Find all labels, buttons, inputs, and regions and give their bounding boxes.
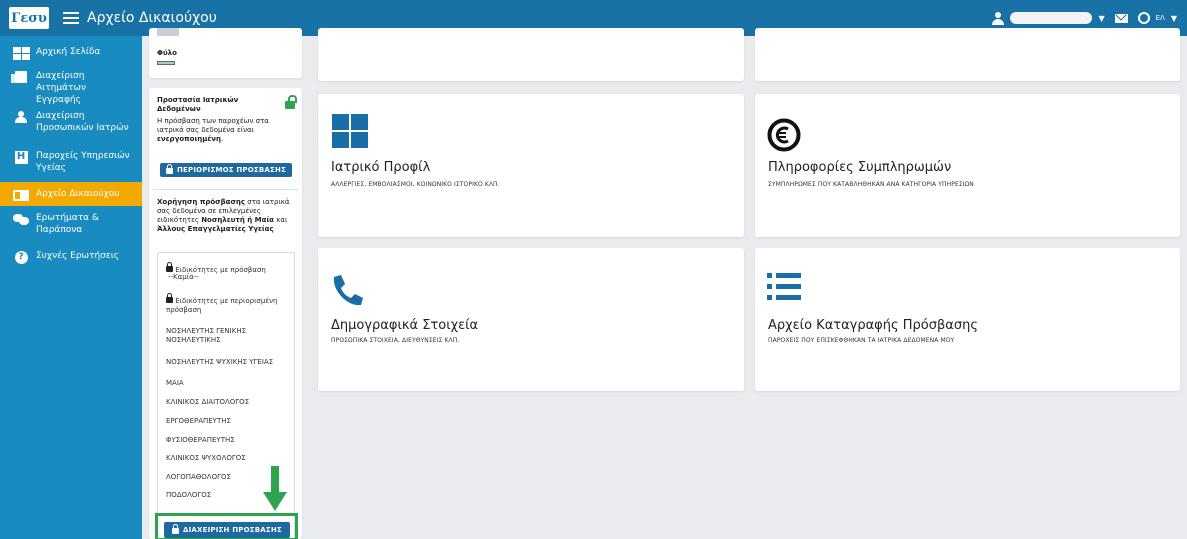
tile-title: Ιατρικό Προφίλ (331, 160, 431, 175)
sidebar-item-label: Αρχική Σελίδα (36, 47, 101, 57)
grant-text: και (273, 216, 288, 224)
chat-icon (12, 212, 30, 226)
tile-demographics[interactable]: Δημογραφικά Στοιχεία ΠΡΟΣΩΠΙΚΑ ΣΤΟΙΧΕΙΑ,… (318, 248, 744, 391)
tile-title: Πληροφορίες Συμπληρωμών (768, 160, 952, 175)
restricted-heading-label: Ειδικότητες με περιορισμένη πρόσβαση (166, 297, 278, 314)
manage-access-label: ΔΙΑΧΕΙΡΙΣΗ ΠΡΟΣΒΑΣΗΣ (183, 526, 282, 534)
lock-icon (166, 262, 173, 272)
hospital-icon: H (12, 150, 30, 164)
sidebar-item-faq[interactable]: ? Συχνές Ερωτήσεις (0, 244, 142, 268)
manage-access-button[interactable]: ΔΙΑΧΕΙΡΙΣΗ ΠΡΟΣΒΑΣΗΣ (164, 522, 290, 538)
tile-subtitle: ΣΥΜΠΛΗΡΩΜΕΣ ΠΟΥ ΚΑΤΑΒΛΗΘΗΚΑΝ ΑΝΑ ΚΑΤΗΓΟΡ… (768, 181, 974, 188)
tile-access-log[interactable]: Αρχείο Καταγραφής Πρόσβασης ΠΑΡΟΧΕΙΣ ΠΟΥ… (755, 248, 1180, 391)
list-item: ΝΟΣΗΛΕΥΤΗΣ ΓΕΝΙΚΗΣ ΝΟΣΗΛΕΥΤΙΚΗΣ (166, 327, 247, 344)
lock-icon (172, 524, 179, 534)
restrict-access-button[interactable]: ΠΕΡΙΟΡΙΣΜΟΣ ΠΡΟΣΒΑΣΗΣ (160, 163, 293, 177)
list-item: ΚΛΙΝΙΚΟΣ ΨΥΧΟΛΟΓΟΣ (166, 454, 246, 462)
sidebar-item-registration-requests[interactable]: Διαχείριση Αιτημάτων Εγγραφής (0, 64, 142, 105)
globe-icon[interactable] (1137, 12, 1150, 24)
sidebar-item-label: Ερωτήματα & Παράπονα (36, 213, 99, 235)
list-item: ΚΛΙΝΙΚΟΣ ΔΙΑΙΤΟΛΟΓΟΣ (166, 398, 250, 406)
tile-title: Αρχείο Καταγραφής Πρόσβασης (768, 318, 978, 333)
sidebar-item-healthcare-providers[interactable]: H Παροχείς Υπηρεσιών Υγείας (0, 144, 142, 182)
personal-info-card: Φύλο (149, 28, 302, 78)
lock-icon (166, 164, 173, 174)
gesy-logo[interactable]: Γεσυ (9, 7, 49, 29)
sidebar: Αρχική Σελίδα Διαχείριση Αιτημάτων Εγγρα… (0, 36, 142, 539)
sidebar-item-home[interactable]: Αρχική Σελίδα (0, 40, 142, 64)
grant-access-text: Χορήγηση πρόσβασης στα ιατρικά σας δεδομ… (157, 198, 297, 234)
language-chevron-down-icon[interactable]: ▼ (1171, 14, 1177, 23)
documents-icon (11, 70, 30, 84)
phone-icon (333, 275, 363, 306)
user-icon (992, 11, 1005, 25)
sidebar-item-label: Συχνές Ερωτήσεις (36, 251, 120, 261)
tile-subtitle: ΠΑΡΟΧΕΙΣ ΠΟΥ ΕΠΙΣΚΕΦΘΗΚΑΝ ΤΑ ΙΑΤΡΙΚΑ ΔΕΔ… (768, 337, 955, 344)
restricted-heading: Ειδικότητες με περιορισμένη πρόσβαση (158, 293, 294, 315)
page-title: Αρχείο Δικαιούχου (87, 10, 217, 26)
tile-subtitle: ΠΡΟΣΩΠΙΚΑ ΣΤΟΙΧΕΙΑ, ΔΙΕΥΘΥΝΣΕΙΣ ΚΛΠ. (331, 337, 460, 344)
sidebar-item-complaints[interactable]: Ερωτήματα & Παράπονα (0, 206, 142, 244)
tile-title: Δημογραφικά Στοιχεία (331, 318, 479, 333)
protection-title: Προστασία Ιατρικών Δεδομένων (157, 96, 239, 113)
protection-status: ενεργοποιημένη (157, 135, 222, 143)
lock-icon (166, 293, 173, 303)
tile-subtitle: ΑΛΛΕΡΓΙΕΣ, ΕΜΒΟΛΙΑΣΜΟΙ, ΚΟΙΝΩΝΙΚΟ ΙΣΤΟΡΙ… (331, 181, 500, 188)
list-item: ΝΟΣΗΛΕΥΤΗΣ ΨΥΧΙΚΗΣ ΥΓΕΙΑΣ (166, 358, 274, 366)
list-icon (767, 273, 801, 300)
list-item: ΕΡΓΟΘΕΡΑΠΕΥΤΗΣ (166, 417, 231, 425)
grid-icon (12, 46, 30, 60)
sidebar-item-label: Παροχείς Υπηρεσιών Υγείας (36, 151, 130, 173)
sidebar-item-label: Αρχείο Δικαιούχου (36, 189, 120, 199)
list-item: ΦΥΣΙΟΘΕΡΑΠΕΥΤΗΣ (166, 436, 235, 444)
id-card-icon (12, 188, 30, 202)
gender-label: Φύλο (157, 49, 177, 57)
language-label[interactable]: ΕΛ (1156, 14, 1165, 22)
unlocked-lock-icon (285, 95, 297, 109)
question-icon: ? (12, 250, 30, 264)
protection-text-body: Η πρόσβαση των παροχέων στα ιατρικά σας … (157, 117, 269, 134)
sidebar-item-beneficiary-record[interactable]: Αρχείο Δικαιούχου (0, 182, 142, 206)
highlight-arrow-icon (263, 466, 287, 511)
sidebar-item-label: Διαχείριση Αιτημάτων Εγγραφής (36, 71, 86, 105)
tile-copayments[interactable]: Πληροφορίες Συμπληρωμών ΣΥΜΠΛΗΡΩΜΕΣ ΠΟΥ … (755, 94, 1180, 237)
sidebar-item-personal-doctors[interactable]: Διαχείριση Προσωπικών Ιατρών (0, 104, 142, 144)
grant-text-bold: Άλλους Επαγγελματίες Υγείας (157, 225, 274, 233)
gender-value-redacted (157, 61, 175, 65)
euro-icon (767, 118, 801, 152)
mail-icon[interactable] (1114, 13, 1128, 23)
tile-top-right[interactable] (755, 28, 1180, 81)
list-item: ΜΑΙΑ (166, 379, 184, 387)
user-name-redacted[interactable] (1010, 12, 1093, 24)
divider (153, 189, 298, 190)
doctor-icon (12, 110, 30, 124)
gender-value-redacted (157, 28, 179, 36)
protection-text: Η πρόσβαση των παροχέων στα ιατρικά σας … (157, 117, 269, 143)
access-none: --Καμία-- (168, 273, 199, 281)
grant-text-bold: Χορήγηση πρόσβασης (157, 198, 246, 206)
menu-toggle-icon[interactable] (63, 12, 79, 24)
windows-grid-icon (332, 114, 368, 148)
tile-top-left[interactable] (318, 28, 744, 81)
sidebar-item-label: Διαχείριση Προσωπικών Ιατρών (36, 111, 129, 133)
grant-text-bold: Νοσηλευτή ή Μαία (201, 216, 274, 224)
tile-medical-profile[interactable]: Ιατρικό Προφίλ ΑΛΛΕΡΓΙΕΣ, ΕΜΒΟΛΙΑΣΜΟΙ, Κ… (318, 94, 744, 237)
restrict-access-label: ΠΕΡΙΟΡΙΣΜΟΣ ΠΡΟΣΒΑΣΗΣ (177, 166, 287, 174)
user-chevron-down-icon[interactable]: ▼ (1098, 14, 1104, 23)
